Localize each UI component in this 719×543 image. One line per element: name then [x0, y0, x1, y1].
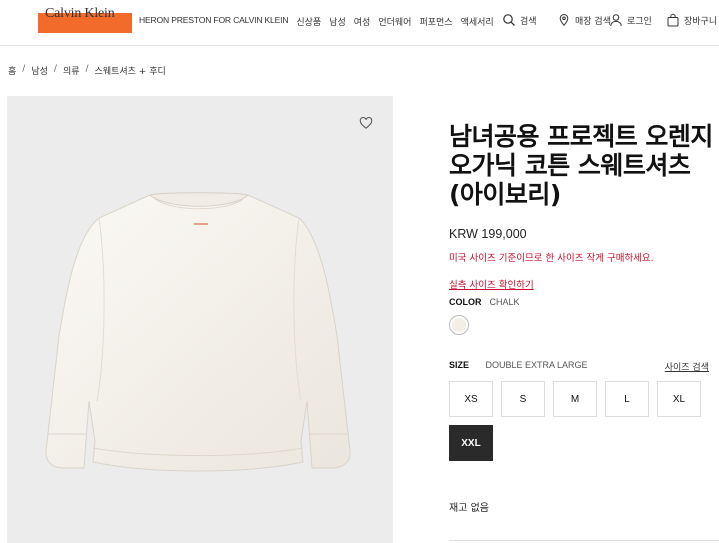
breadcrumb-separator: / — [53, 64, 57, 74]
color-swatch-chalk[interactable] — [449, 315, 469, 335]
size-button-xxl[interactable]: XXL — [449, 425, 493, 461]
main-nav: HERON PRESTON FOR CALVIN KLEIN 신상품 남성 여성… — [139, 15, 494, 28]
search-label: 검색 — [520, 16, 537, 27]
store-label: 매장 검색 — [575, 16, 611, 27]
color-selector: COLOR CHALK — [449, 297, 520, 307]
size-options: XS S M L XL XXL — [449, 381, 709, 461]
location-pin-icon — [559, 13, 569, 27]
nav-item-men[interactable]: 남성 — [329, 15, 346, 28]
color-value: CHALK — [489, 297, 520, 307]
nav-item-women[interactable]: 여성 — [354, 15, 371, 28]
size-button-l[interactable]: L — [605, 381, 649, 417]
cart-label: 장바구니 — [684, 16, 718, 27]
size-selector-header: SIZE DOUBLE EXTRA LARGE 사이즈 검색 — [449, 360, 709, 373]
user-icon — [610, 14, 622, 27]
cart-button[interactable]: 장바구니 — [666, 13, 717, 27]
login-button[interactable]: 로그인 — [609, 13, 652, 27]
site-header: Calvin Klein HERON PRESTON FOR CALVIN KL… — [0, 0, 719, 46]
breadcrumb-men[interactable]: 남성 — [31, 64, 48, 77]
size-button-xl[interactable]: XL — [657, 381, 701, 417]
divider — [449, 540, 719, 541]
color-label: COLOR — [449, 297, 482, 307]
size-warning: 미국 사이즈 기준이므로 한 사이즈 작게 구매하세요. — [449, 253, 654, 264]
size-label: SIZE — [449, 360, 470, 370]
breadcrumb-separator: / — [22, 64, 26, 74]
search-icon — [503, 14, 515, 26]
shopping-bag-icon — [667, 13, 679, 27]
size-button-m[interactable]: M — [553, 381, 597, 417]
nav-item-underwear[interactable]: 언더웨어 — [378, 15, 411, 28]
product-price: KRW 199,000 — [449, 227, 527, 241]
store-locator-button[interactable]: 매장 검색 — [557, 13, 611, 27]
breadcrumb-sweatshirts[interactable]: 스웨트셔츠 + 후디 — [95, 64, 166, 77]
nav-item-new[interactable]: 신상품 — [296, 15, 321, 28]
nav-item-performance[interactable]: 퍼포먼스 — [419, 15, 452, 28]
wishlist-heart-icon[interactable] — [359, 116, 373, 130]
product-image[interactable] — [7, 96, 393, 543]
sweatshirt-illustration — [45, 192, 351, 472]
size-value: DOUBLE EXTRA LARGE — [485, 360, 588, 370]
breadcrumb-separator: / — [85, 64, 89, 74]
size-button-s[interactable]: S — [501, 381, 545, 417]
brand-logo[interactable]: Calvin Klein — [45, 6, 115, 22]
breadcrumb-home[interactable]: 홈 — [8, 64, 16, 77]
size-guide-link[interactable]: 사이즈 검색 — [665, 360, 709, 373]
stock-status: 재고 없음 — [449, 503, 489, 514]
breadcrumb: 홈 / 남성 / 의류 / 스웨트셔츠 + 후디 — [8, 64, 166, 77]
size-button-xs[interactable]: XS — [449, 381, 493, 417]
nav-item-collab[interactable]: HERON PRESTON FOR CALVIN KLEIN — [139, 15, 289, 28]
nav-item-accessories[interactable]: 액세서리 — [461, 15, 494, 28]
product-title: 남녀공용 프로젝트 오렌지 오가닉 코튼 스웨트셔츠(아이보리) — [449, 122, 713, 209]
size-check-link[interactable]: 실측 사이즈 확인하기 — [449, 277, 534, 291]
breadcrumb-clothing[interactable]: 의류 — [63, 64, 80, 77]
login-label: 로그인 — [627, 16, 652, 27]
search-button[interactable]: 검색 — [502, 13, 537, 27]
